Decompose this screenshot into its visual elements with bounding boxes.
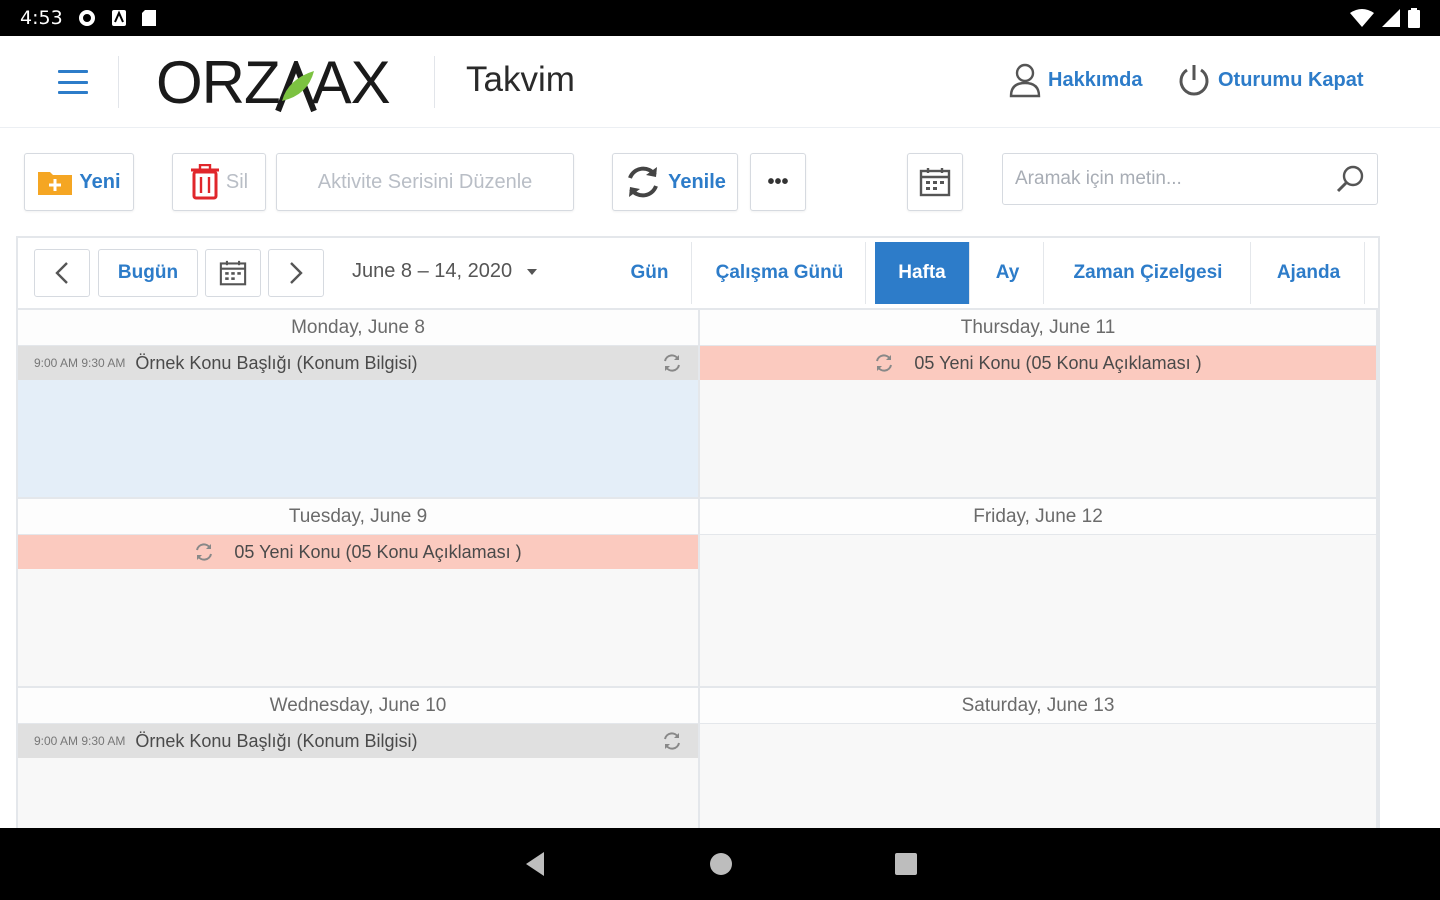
refresh-label: Yenile	[668, 170, 726, 193]
day-cell-saturday[interactable]: Saturday, June 13	[700, 688, 1378, 828]
tab-label: Gün	[630, 262, 669, 283]
tab-work-week[interactable]: Çalışma Günü	[694, 242, 866, 304]
day-header: Friday, June 12	[700, 499, 1376, 535]
caret-down-icon	[527, 268, 538, 275]
calendar-icon	[219, 260, 247, 286]
day-cell-thursday[interactable]: Thursday, June 11 05 Yeni Konu (05 Konu …	[700, 310, 1378, 499]
logout-label: Oturumu Kapat	[1218, 68, 1364, 91]
home-icon[interactable]	[708, 851, 734, 877]
sd-card-icon	[141, 10, 156, 26]
edit-series-button[interactable]: Aktivite Serisini Düzenle	[276, 153, 574, 211]
tab-label: Hafta	[898, 262, 946, 283]
tab-agenda[interactable]: Ajanda	[1253, 242, 1365, 304]
wifi-icon	[1350, 9, 1374, 27]
refresh-icon	[628, 166, 658, 198]
power-icon	[1179, 65, 1209, 96]
tab-timeline[interactable]: Zaman Çizelgesi	[1046, 242, 1251, 304]
day-cell-wednesday[interactable]: Wednesday, June 10 9:00 AM 9:30 AM Örnek…	[18, 688, 700, 828]
event-time: 9:00 AM 9:30 AM	[34, 356, 126, 370]
leaf-icon	[274, 57, 317, 113]
tab-label: Zaman Çizelgesi	[1073, 262, 1223, 283]
page-title: Takvim	[466, 60, 575, 99]
new-label: Yeni	[79, 170, 121, 193]
menu-icon[interactable]	[58, 70, 88, 94]
event-title: Örnek Konu Başlığı (Konum Bilgisi)	[135, 730, 418, 751]
folder-plus-icon	[38, 172, 73, 195]
next-week-button[interactable]	[268, 249, 324, 297]
chevron-right-icon	[290, 262, 303, 284]
today-label: Bugün	[117, 262, 179, 283]
event-title: 05 Yeni Konu (05 Konu Açıklaması )	[914, 352, 1202, 373]
search-icon[interactable]	[1335, 164, 1365, 194]
recurrence-icon	[664, 354, 680, 372]
date-range-selector[interactable]: June 8 – 14, 2020	[352, 260, 538, 283]
battery-icon	[1408, 8, 1420, 28]
about-label: Hakkımda	[1048, 68, 1143, 91]
chevron-left-icon	[55, 262, 68, 284]
signal-icon	[1382, 9, 1400, 27]
settings-icon	[78, 10, 95, 26]
tab-day[interactable]: Gün	[608, 242, 692, 304]
tab-week[interactable]: Hafta	[875, 242, 970, 304]
calendar-event[interactable]: 9:00 AM 9:30 AM Örnek Konu Başlığı (Konu…	[18, 724, 698, 758]
event-title: 05 Yeni Konu (05 Konu Açıklaması )	[234, 541, 522, 562]
edit-series-label: Aktivite Serisini Düzenle	[317, 170, 533, 193]
about-link[interactable]: Hakkımda	[1008, 62, 1143, 98]
day-header: Monday, June 8	[18, 310, 698, 346]
logo-text-left: ORZ	[156, 48, 281, 116]
calendar-event[interactable]: 05 Yeni Konu (05 Konu Açıklaması )	[700, 346, 1376, 380]
calendar-event[interactable]: 9:00 AM 9:30 AM Örnek Konu Başlığı (Konu…	[18, 346, 698, 380]
header-divider	[118, 56, 119, 108]
recurrence-icon	[876, 354, 893, 372]
more-button[interactable]: •••	[750, 153, 806, 211]
day-header: Tuesday, June 9	[18, 499, 698, 535]
tab-month[interactable]: Ay	[972, 242, 1044, 304]
day-header: Wednesday, June 10	[18, 688, 698, 724]
calendar-icon	[919, 168, 951, 197]
status-time: 4:53	[20, 7, 63, 29]
date-range-label: June 8 – 14, 2020	[352, 260, 513, 282]
back-icon[interactable]	[522, 850, 548, 878]
tab-label: Çalışma Günü	[715, 262, 844, 283]
tab-label: Ajanda	[1276, 262, 1341, 283]
user-icon	[1009, 63, 1041, 98]
more-icon: •••	[767, 170, 789, 193]
recurrence-icon	[664, 732, 680, 750]
navigation-bar	[0, 828, 1440, 900]
day-cell-monday[interactable]: Monday, June 8 9:00 AM 9:30 AM Örnek Kon…	[18, 310, 700, 499]
calendar-panel: Bugün June 8 – 14, 2020 Gün Çalışma Günü…	[16, 236, 1380, 828]
delete-button[interactable]: Sil	[172, 153, 266, 211]
selected-time-slot[interactable]	[18, 380, 698, 497]
recents-icon[interactable]	[894, 852, 918, 876]
new-button[interactable]: Yeni	[24, 153, 134, 211]
orzax-logo: ORZ AX	[156, 48, 391, 116]
header-divider	[434, 56, 435, 108]
trash-icon	[190, 164, 219, 200]
toolbar: Yeni Sil Aktivite Serisini Düzenle Yenil…	[0, 128, 1440, 236]
calendar-picker-button[interactable]	[907, 153, 963, 211]
prev-week-button[interactable]	[34, 249, 90, 297]
event-time: 9:00 AM 9:30 AM	[34, 734, 126, 748]
day-cell-tuesday[interactable]: Tuesday, June 9 05 Yeni Konu (05 Konu Aç…	[18, 499, 700, 688]
date-picker-button[interactable]	[205, 249, 261, 297]
today-button[interactable]: Bugün	[98, 249, 198, 297]
calendar-event[interactable]: 05 Yeni Konu (05 Konu Açıklaması )	[18, 535, 698, 569]
event-title: Örnek Konu Başlığı (Konum Bilgisi)	[135, 352, 418, 373]
tab-label: Ay	[995, 262, 1020, 283]
refresh-button[interactable]: Yenile	[612, 153, 738, 211]
app-header: ORZ AX Takvim Hakkımda Oturumu Kapat	[0, 36, 1440, 128]
search-input[interactable]	[1015, 168, 1335, 190]
calendar-nav: Bugün June 8 – 14, 2020 Gün Çalışma Günü…	[18, 238, 1378, 310]
status-bar: 4:53	[0, 0, 1440, 36]
day-cell-friday[interactable]: Friday, June 12	[700, 499, 1378, 688]
search-box	[1002, 153, 1378, 205]
logo-text-right: AX	[311, 48, 391, 116]
logout-link[interactable]: Oturumu Kapat	[1176, 62, 1364, 98]
notification-icon	[111, 10, 126, 26]
delete-label: Sil	[225, 170, 249, 193]
day-header: Saturday, June 13	[700, 688, 1376, 724]
recurrence-icon	[196, 543, 213, 561]
day-header: Thursday, June 11	[700, 310, 1376, 346]
